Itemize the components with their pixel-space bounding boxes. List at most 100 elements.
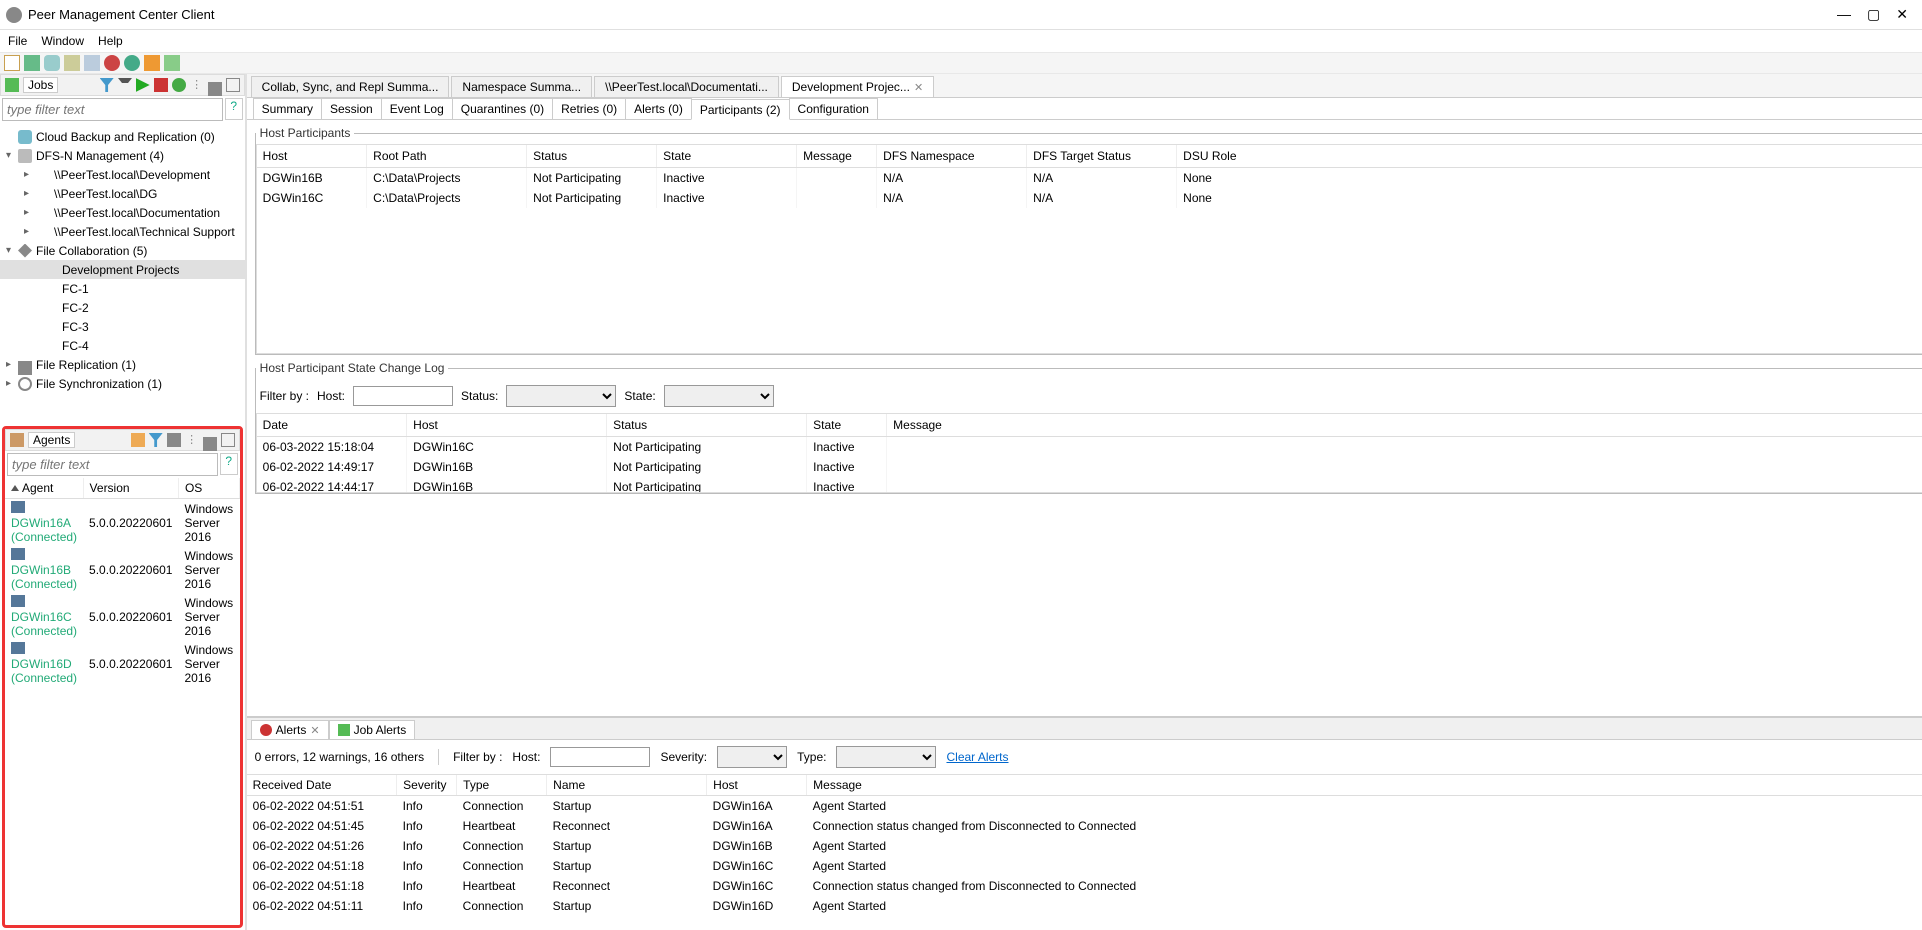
view-menu-icon[interactable]: ⋮ xyxy=(185,433,199,447)
col-type[interactable]: Type xyxy=(457,775,547,796)
minimize-button[interactable]: — xyxy=(1837,6,1851,23)
agents-filter-input[interactable] xyxy=(7,453,218,476)
host-filter-input[interactable] xyxy=(353,386,453,406)
tree-collab-item[interactable]: FC-3 xyxy=(0,317,245,336)
start-icon[interactable] xyxy=(136,78,150,92)
filter-icon[interactable] xyxy=(100,78,114,92)
col-status[interactable]: Status xyxy=(607,414,807,437)
tab-documentation[interactable]: \\PeerTest.local\Documentati... xyxy=(594,76,779,97)
menu-help[interactable]: Help xyxy=(98,34,123,48)
agent-row[interactable]: DGWin16A (Connected)5.0.0.20220601Window… xyxy=(5,499,239,547)
maximize-panel-icon[interactable] xyxy=(221,433,235,447)
tree-file-repl[interactable]: ▸File Replication (1) xyxy=(0,355,245,374)
tree-file-collab[interactable]: ▾File Collaboration (5) xyxy=(0,241,245,260)
col-status[interactable]: Status xyxy=(527,145,657,168)
people-icon[interactable] xyxy=(64,55,80,71)
tree-file-sync[interactable]: ▸File Synchronization (1) xyxy=(0,374,245,393)
dropdown-icon[interactable] xyxy=(118,78,132,92)
table-row[interactable]: DGWin16CC:\Data\ProjectsNot Participatin… xyxy=(257,188,1922,208)
restart-icon[interactable] xyxy=(172,78,186,92)
horizontal-scrollbar[interactable] xyxy=(247,914,1922,930)
type-select[interactable] xyxy=(836,746,936,768)
jobs-filter-input[interactable] xyxy=(2,98,223,121)
tab-collab-summary[interactable]: Collab, Sync, and Repl Summa... xyxy=(251,76,450,97)
table-row[interactable]: 06-03-2022 15:18:04DGWin16CNot Participa… xyxy=(257,437,1922,458)
subtab-retries[interactable]: Retries (0) xyxy=(552,98,626,119)
table-row[interactable]: DGWin16BC:\Data\ProjectsNot Participatin… xyxy=(257,168,1922,189)
minimize-panel-icon[interactable] xyxy=(203,437,217,451)
col-name[interactable]: Name xyxy=(547,775,707,796)
col-state[interactable]: State xyxy=(657,145,797,168)
tree-collab-item[interactable]: FC-2 xyxy=(0,298,245,317)
col-agent[interactable]: Agent xyxy=(5,478,83,499)
tab-development-projects[interactable]: Development Projec...✕ xyxy=(781,76,934,97)
alert-row[interactable]: 06-02-2022 04:51:18InfoConnectionStartup… xyxy=(247,856,1922,876)
list-icon[interactable] xyxy=(24,55,40,71)
tab-namespace-summary[interactable]: Namespace Summa... xyxy=(451,76,592,97)
subtab-eventlog[interactable]: Event Log xyxy=(381,98,453,119)
refresh-icon[interactable] xyxy=(124,55,140,71)
folder-icon[interactable] xyxy=(131,433,145,447)
tree-cloud-backup[interactable]: Cloud Backup and Replication (0) xyxy=(0,127,245,146)
col-message[interactable]: Message xyxy=(807,775,1922,796)
subtab-summary[interactable]: Summary xyxy=(253,98,322,119)
clear-alerts-link[interactable]: Clear Alerts xyxy=(946,750,1008,764)
tree-dfsn-item[interactable]: ▸\\PeerTest.local\Technical Support xyxy=(0,222,245,241)
col-state[interactable]: State xyxy=(807,414,887,437)
status-select[interactable] xyxy=(506,385,616,407)
table-row[interactable]: 06-02-2022 14:44:17DGWin16BNot Participa… xyxy=(257,477,1922,493)
help-icon[interactable]: ? xyxy=(225,98,243,120)
sort-icon[interactable] xyxy=(167,433,181,447)
tree-dfsn[interactable]: ▾DFS-N Management (4) xyxy=(0,146,245,165)
tree-dfsn-item[interactable]: ▸\\PeerTest.local\Development xyxy=(0,165,245,184)
state-select[interactable] xyxy=(664,385,774,407)
tree-collab-item[interactable]: Development Projects xyxy=(0,260,245,279)
subtab-quarantines[interactable]: Quarantines (0) xyxy=(452,98,553,119)
alert-row[interactable]: 06-02-2022 04:51:51InfoConnectionStartup… xyxy=(247,796,1922,817)
subtab-configuration[interactable]: Configuration xyxy=(789,98,878,119)
alert-row[interactable]: 06-02-2022 04:51:45InfoHeartbeatReconnec… xyxy=(247,816,1922,836)
config-icon[interactable] xyxy=(164,55,180,71)
col-host[interactable]: Host xyxy=(707,775,807,796)
alert-row[interactable]: 06-02-2022 04:51:18InfoHeartbeatReconnec… xyxy=(247,876,1922,896)
col-message[interactable]: Message xyxy=(887,414,1922,437)
agent-row[interactable]: DGWin16C (Connected)5.0.0.20220601Window… xyxy=(5,593,239,640)
apply-icon[interactable] xyxy=(144,55,160,71)
view-menu-icon[interactable]: ⋮ xyxy=(190,78,204,92)
tag-icon[interactable] xyxy=(84,55,100,71)
tab-job-alerts[interactable]: Job Alerts xyxy=(329,720,416,739)
maximize-button[interactable]: ▢ xyxy=(1867,6,1880,23)
maximize-panel-icon[interactable] xyxy=(226,78,240,92)
close-button[interactable]: ✕ xyxy=(1896,6,1908,23)
tree-collab-item[interactable]: FC-4 xyxy=(0,336,245,355)
close-icon[interactable]: ✕ xyxy=(914,81,923,94)
menu-window[interactable]: Window xyxy=(41,34,84,48)
severity-select[interactable] xyxy=(717,746,787,768)
help-icon[interactable]: ? xyxy=(220,453,238,475)
cloud-icon[interactable] xyxy=(44,55,60,71)
table-row[interactable]: 06-02-2022 14:49:17DGWin16BNot Participa… xyxy=(257,457,1922,477)
tree-collab-item[interactable]: FC-1 xyxy=(0,279,245,298)
subtab-alerts[interactable]: Alerts (0) xyxy=(625,98,692,119)
col-version[interactable]: Version xyxy=(83,478,178,499)
col-dsurole[interactable]: DSU Role xyxy=(1177,145,1922,168)
filter-icon[interactable] xyxy=(149,433,163,447)
col-message[interactable]: Message xyxy=(797,145,877,168)
col-dfstarget[interactable]: DFS Target Status xyxy=(1027,145,1177,168)
col-received[interactable]: Received Date xyxy=(247,775,397,796)
col-os[interactable]: OS xyxy=(178,478,239,499)
stop-icon[interactable] xyxy=(104,55,120,71)
col-date[interactable]: Date xyxy=(257,414,407,437)
close-icon[interactable]: ✕ xyxy=(310,724,319,737)
col-dfsns[interactable]: DFS Namespace xyxy=(877,145,1027,168)
stop-job-icon[interactable] xyxy=(154,78,168,92)
alert-row[interactable]: 06-02-2022 04:51:11InfoConnectionStartup… xyxy=(247,896,1922,914)
subtab-session[interactable]: Session xyxy=(321,98,382,119)
new-icon[interactable] xyxy=(4,55,20,71)
tree-dfsn-item[interactable]: ▸\\PeerTest.local\Documentation xyxy=(0,203,245,222)
subtab-participants[interactable]: Participants (2) xyxy=(691,99,790,120)
tree-dfsn-item[interactable]: ▸\\PeerTest.local\DG xyxy=(0,184,245,203)
col-host[interactable]: Host xyxy=(407,414,607,437)
minimize-panel-icon[interactable] xyxy=(208,82,222,96)
agent-row[interactable]: DGWin16B (Connected)5.0.0.20220601Window… xyxy=(5,546,239,593)
